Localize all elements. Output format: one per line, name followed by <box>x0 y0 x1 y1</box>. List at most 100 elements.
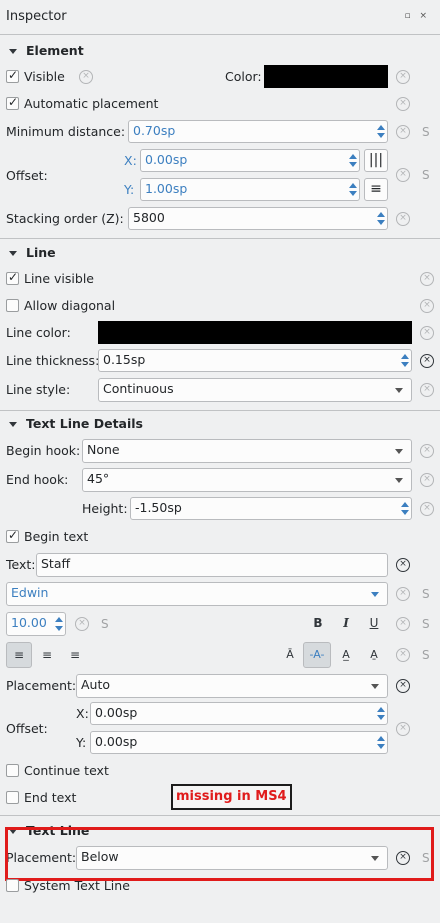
font-size-input[interactable]: 10.00 <box>6 612 66 636</box>
placement-dropdown[interactable]: Auto <box>76 674 388 698</box>
chevron-down-icon <box>371 592 379 597</box>
spinner-arrows-icon[interactable] <box>398 498 411 519</box>
allow-diagonal-checkbox[interactable] <box>6 299 19 312</box>
style-s-icon[interactable]: S <box>422 125 430 139</box>
underline-button[interactable]: U <box>363 612 385 634</box>
reset-icon[interactable]: × <box>420 473 434 487</box>
style-s-icon[interactable]: S <box>422 168 430 182</box>
snap-to-lines-icon[interactable]: ≡ <box>364 178 388 201</box>
reset-icon[interactable]: × <box>396 617 410 631</box>
reset-icon[interactable]: × <box>420 444 434 458</box>
collapse-triangle-icon[interactable] <box>9 422 17 427</box>
begin-text-label: Begin text <box>24 529 89 544</box>
style-s-icon[interactable]: S <box>422 648 430 662</box>
reset-icon[interactable]: × <box>420 383 434 397</box>
reset-icon[interactable]: × <box>79 70 93 84</box>
align-left-icon[interactable]: ≡ <box>6 642 32 668</box>
offset-y-label: Y: <box>124 182 135 197</box>
align-right-icon[interactable]: ≡ <box>64 644 86 666</box>
begin-text-checkbox[interactable] <box>6 528 19 543</box>
section-header-text-line-details[interactable]: Text Line Details <box>0 413 440 437</box>
system-text-line-checkbox[interactable] <box>6 879 19 892</box>
offset-y-input[interactable]: 1.00sp <box>140 178 360 201</box>
color-swatch[interactable] <box>264 65 388 88</box>
reset-icon[interactable]: × <box>75 617 89 631</box>
reset-icon[interactable]: × <box>420 354 434 368</box>
collapse-triangle-icon[interactable] <box>9 251 17 256</box>
offset-x-input[interactable]: 0.00sp <box>140 149 360 172</box>
text-input[interactable]: Staff <box>36 553 388 577</box>
text-offset-x-input[interactable]: 0.00sp <box>90 702 388 725</box>
divider <box>0 34 440 35</box>
offset-label: Offset: <box>6 168 48 183</box>
visible-checkbox[interactable] <box>6 68 19 83</box>
section-header-line[interactable]: Line <box>0 242 440 266</box>
reset-icon[interactable]: × <box>420 326 434 340</box>
bold-button[interactable]: B <box>307 612 329 634</box>
spinner-arrows-icon[interactable] <box>374 732 387 753</box>
end-hook-dropdown[interactable]: 45° <box>82 468 412 492</box>
auto-placement-checkbox[interactable] <box>6 95 19 110</box>
align-top-icon[interactable]: Ā <box>279 644 301 666</box>
reset-icon[interactable]: × <box>396 679 410 693</box>
line-thickness-label: Line thickness: <box>6 353 100 368</box>
begin-hook-dropdown[interactable]: None <box>82 439 412 463</box>
reset-icon[interactable]: × <box>396 168 410 182</box>
chevron-down-icon <box>395 449 403 454</box>
font-dropdown[interactable]: Edwin <box>6 582 388 606</box>
continue-text-checkbox[interactable] <box>6 764 19 777</box>
end-text-checkbox[interactable] <box>6 791 19 804</box>
italic-button[interactable]: I <box>335 612 357 634</box>
min-distance-label: Minimum distance: <box>6 124 126 139</box>
snap-to-grid-icon[interactable]: ||| <box>364 149 388 172</box>
style-s-icon[interactable]: S <box>101 617 109 631</box>
align-center-icon[interactable]: ≡ <box>36 644 58 666</box>
spinner-arrows-icon[interactable] <box>398 350 411 371</box>
line-visible-label: Line visible <box>24 271 94 286</box>
spinner-arrows-icon[interactable] <box>374 703 387 724</box>
style-s-icon[interactable]: S <box>422 617 430 631</box>
stacking-order-input[interactable]: 5800 <box>128 207 388 230</box>
annotation-callout: missing in MS4 <box>171 784 292 810</box>
reset-icon[interactable]: × <box>396 722 410 736</box>
min-distance-input[interactable]: 0.70sp <box>128 120 388 143</box>
reset-icon[interactable]: × <box>420 299 434 313</box>
spinner-arrows-icon[interactable] <box>374 208 387 229</box>
spinner-arrows-icon[interactable] <box>374 121 387 142</box>
reset-icon[interactable]: × <box>420 502 434 516</box>
align-bottom-icon[interactable]: A̱ <box>363 644 385 666</box>
offset-label: Offset: <box>6 721 48 736</box>
text-label: Text: <box>6 557 36 572</box>
section-title: Text Line Details <box>26 416 143 431</box>
line-color-label: Line color: <box>6 325 71 340</box>
line-color-swatch[interactable] <box>98 321 412 344</box>
line-style-dropdown[interactable]: Continuous <box>98 378 412 402</box>
reset-icon[interactable]: × <box>396 97 410 111</box>
end-text-label: End text <box>24 790 77 805</box>
spinner-arrows-icon[interactable] <box>52 613 65 635</box>
align-baseline-icon[interactable]: A̲ <box>335 644 357 666</box>
allow-diagonal-label: Allow diagonal <box>24 298 116 313</box>
reset-icon[interactable]: × <box>396 212 410 226</box>
height-input[interactable]: -1.50sp <box>130 497 412 520</box>
text-offset-y-input[interactable]: 0.00sp <box>90 731 388 754</box>
reset-icon[interactable]: × <box>420 272 434 286</box>
line-visible-checkbox[interactable] <box>6 270 19 285</box>
style-s-icon[interactable]: S <box>422 587 430 601</box>
system-text-line-label: System Text Line <box>24 878 130 893</box>
window-controls-icon[interactable]: ▫ × <box>404 11 430 21</box>
align-vcenter-icon[interactable]: -A- <box>303 642 331 668</box>
reset-icon[interactable]: × <box>396 558 410 572</box>
spinner-arrows-icon[interactable] <box>346 179 359 200</box>
reset-icon[interactable]: × <box>396 70 410 84</box>
visible-label: Visible <box>24 69 65 84</box>
line-thickness-input[interactable]: 0.15sp <box>98 349 412 372</box>
continue-text-label: Continue text <box>24 763 109 778</box>
reset-icon[interactable]: × <box>396 125 410 139</box>
divider <box>0 815 440 816</box>
spinner-arrows-icon[interactable] <box>346 150 359 171</box>
reset-icon[interactable]: × <box>396 648 410 662</box>
section-header-element[interactable]: Element <box>0 40 440 64</box>
collapse-triangle-icon[interactable] <box>9 49 17 54</box>
reset-icon[interactable]: × <box>396 587 410 601</box>
